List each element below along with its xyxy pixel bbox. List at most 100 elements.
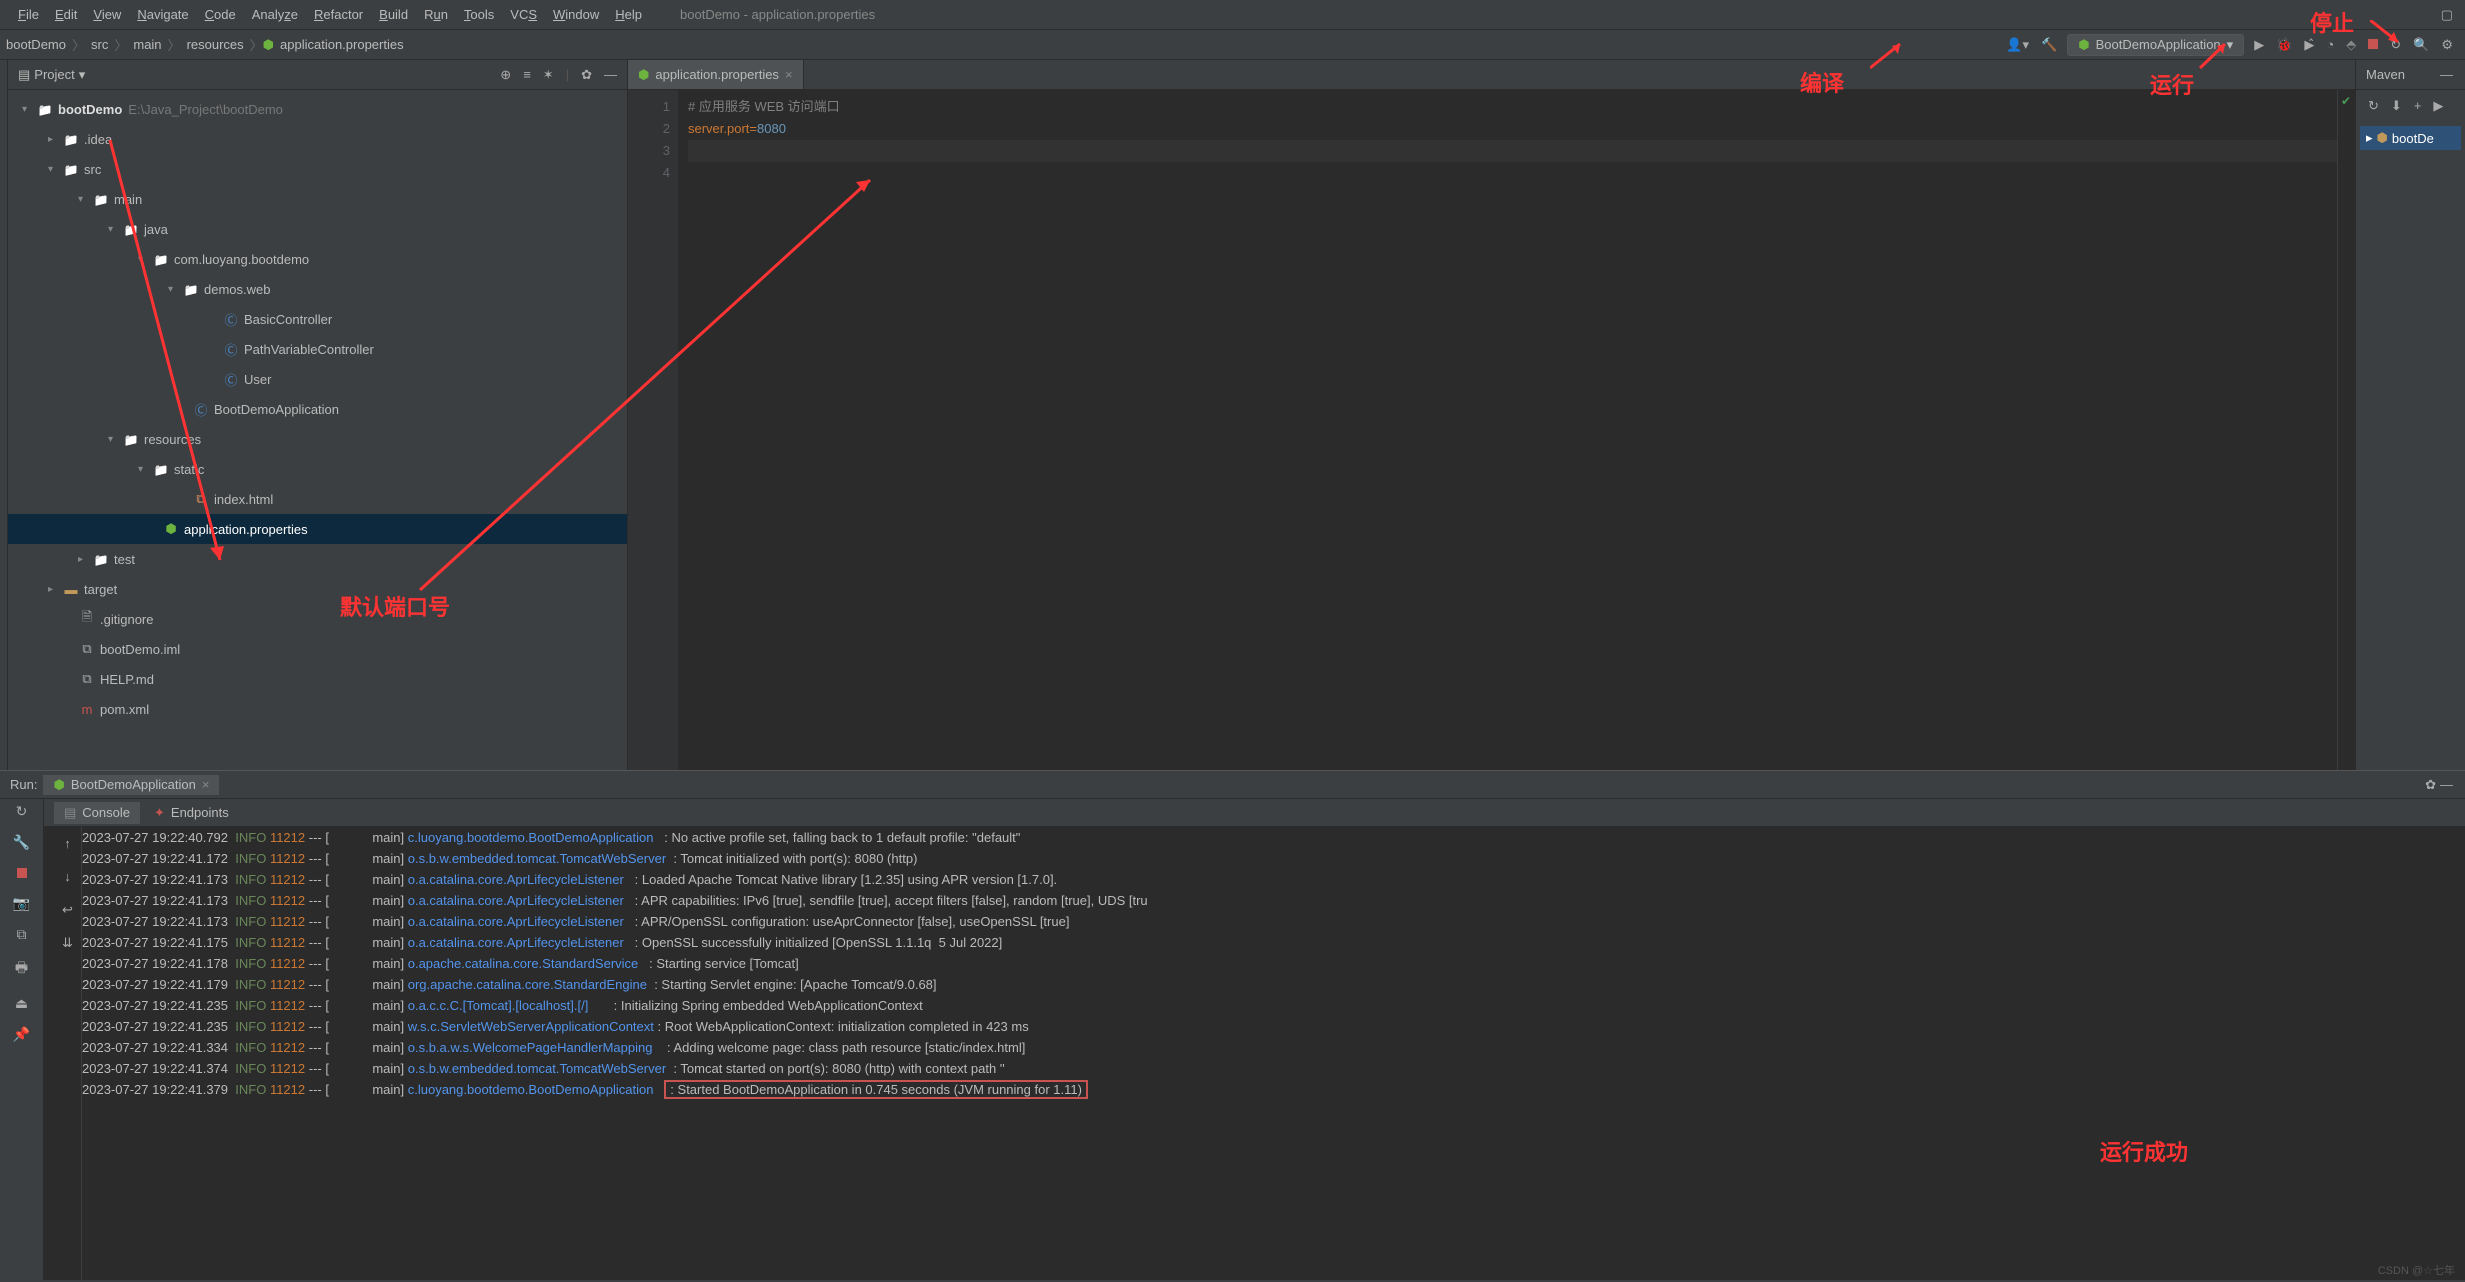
close-icon[interactable]: × xyxy=(202,777,210,792)
reload-icon[interactable]: ↻ xyxy=(2366,96,2381,116)
run-label: Run: xyxy=(10,777,37,792)
console-output[interactable]: ↑ ↓ ↩ ⇊ 2023-07-27 19:22:40.792 INFO 112… xyxy=(44,827,2465,1280)
user-icon[interactable]: 👤▾ xyxy=(2004,35,2031,55)
download-icon[interactable]: ⬇ xyxy=(2389,96,2404,116)
console-tab[interactable]: ▤Console xyxy=(54,802,140,824)
editor-tabs: ⬢ application.properties × xyxy=(628,60,2355,90)
gear-icon[interactable]: ✿ xyxy=(2423,775,2438,795)
profile-button[interactable]: ◔ xyxy=(2324,35,2336,54)
spring-icon: ⬢ xyxy=(263,37,274,53)
menu-tools[interactable]: Tools xyxy=(456,7,502,22)
menu-window[interactable]: Window xyxy=(545,7,607,22)
stop-button[interactable] xyxy=(2366,35,2380,54)
tree-idea[interactable]: ▸.idea xyxy=(8,124,627,154)
collapse-icon[interactable]: ✶ xyxy=(543,67,554,83)
crumb-main[interactable]: main xyxy=(127,37,167,52)
code-key: server.port xyxy=(688,121,749,136)
print-icon[interactable]: 🖶 xyxy=(15,957,28,981)
tree-pom[interactable]: mpom.xml xyxy=(8,694,627,724)
run-config-selector[interactable]: ⬢ BootDemoApplication ▾ xyxy=(2067,34,2244,56)
tree-main[interactable]: ▾main xyxy=(8,184,627,214)
menu-help[interactable]: Help xyxy=(607,7,650,22)
project-panel-title[interactable]: ▤ Project ▾ xyxy=(18,67,85,83)
crumb-resources[interactable]: resources xyxy=(181,37,250,52)
project-tree[interactable]: ▾bootDemoE:\Java_Project\bootDemo ▸.idea… xyxy=(8,90,627,770)
tree-user[interactable]: ⒸUser xyxy=(8,364,627,394)
camera-icon[interactable]: 📷 xyxy=(13,895,30,912)
menu-view[interactable]: View xyxy=(85,7,129,22)
tree-basiccontroller[interactable]: ⒸBasicController xyxy=(8,304,627,334)
tree-pathvarcontroller[interactable]: ⒸPathVariableController xyxy=(8,334,627,364)
thread-icon[interactable]: ⧉ xyxy=(17,926,27,943)
hide-icon[interactable]: — xyxy=(2438,65,2455,84)
code-editor[interactable]: 1 2 3 4 # 应用服务 WEB 访问端口 server.port=8080… xyxy=(628,90,2355,770)
tab-label: application.properties xyxy=(655,67,779,82)
build-button[interactable]: 🔨 xyxy=(2039,35,2059,55)
close-icon[interactable]: × xyxy=(785,67,793,82)
hide-icon[interactable]: — xyxy=(604,67,617,82)
exit-icon[interactable]: ⏏ xyxy=(15,995,28,1012)
crumb-bootdemo[interactable]: bootDemo xyxy=(0,37,72,52)
maven-title[interactable]: Maven xyxy=(2366,67,2405,82)
gear-icon[interactable]: ✿ xyxy=(581,67,592,83)
maximize-icon[interactable]: ▢ xyxy=(2439,5,2455,25)
tree-appprops[interactable]: ⬢application.properties xyxy=(8,514,627,544)
run-button[interactable]: ▶ xyxy=(2252,35,2266,55)
tree-test[interactable]: ▸test xyxy=(8,544,627,574)
debug-button[interactable]: 🐞 xyxy=(2274,35,2294,55)
inspection-gutter[interactable]: ✔ xyxy=(2337,90,2355,770)
tree-gitignore[interactable]: 🗎.gitignore xyxy=(8,604,627,634)
stop-icon[interactable] xyxy=(17,865,27,881)
down-icon[interactable]: ↓ xyxy=(64,866,71,887)
tree-help[interactable]: ⧉HELP.md xyxy=(8,664,627,694)
tree-bootdemoapp[interactable]: ⒸBootDemoApplication xyxy=(8,394,627,424)
spring-icon: ⬢ xyxy=(53,777,64,793)
coverage-button[interactable]: ▶̂ xyxy=(2302,35,2316,55)
tree-iml[interactable]: ⧉bootDemo.iml xyxy=(8,634,627,664)
menu-analyze[interactable]: Analyze xyxy=(244,7,306,22)
expand-icon[interactable]: ≡ xyxy=(523,67,531,82)
menu-refactor[interactable]: Refactor xyxy=(306,7,371,22)
attach-button[interactable]: ⬘ xyxy=(2344,35,2358,55)
menu-build[interactable]: Build xyxy=(371,7,416,22)
tree-package[interactable]: ▾com.luoyang.bootdemo xyxy=(8,244,627,274)
scroll-icon[interactable]: ⇊ xyxy=(62,932,73,953)
code-content[interactable]: # 应用服务 WEB 访问端口 server.port=8080 xyxy=(678,90,2337,770)
tree-root[interactable]: ▾bootDemoE:\Java_Project\bootDemo xyxy=(8,94,627,124)
menu-edit[interactable]: Edit xyxy=(47,7,85,22)
update-button[interactable]: ↻ xyxy=(2388,35,2403,55)
tree-target[interactable]: ▸▬target xyxy=(8,574,627,604)
endpoints-tab[interactable]: ✦Endpoints xyxy=(144,802,239,824)
menu-vcs[interactable]: VCS xyxy=(502,7,545,22)
tree-index[interactable]: ⧉index.html xyxy=(8,484,627,514)
update-icon[interactable]: 🔧 xyxy=(13,834,30,851)
pin-icon[interactable]: 📌 xyxy=(13,1026,30,1043)
editor-tab[interactable]: ⬢ application.properties × xyxy=(628,60,804,89)
tree-src[interactable]: ▾src xyxy=(8,154,627,184)
menu-code[interactable]: Code xyxy=(197,7,244,22)
tree-static[interactable]: ▾static xyxy=(8,454,627,484)
tree-demos[interactable]: ▾demos.web xyxy=(8,274,627,304)
hide-icon[interactable]: — xyxy=(2438,775,2455,794)
menu-navigate[interactable]: Navigate xyxy=(129,7,196,22)
crumb-file[interactable]: application.properties xyxy=(274,37,410,52)
wrap-icon[interactable]: ↩ xyxy=(62,899,73,920)
menu-run[interactable]: Run xyxy=(416,7,456,22)
console-left-toolbar: ↑ ↓ ↩ ⇊ xyxy=(54,827,82,1280)
run-tab[interactable]: ⬢ BootDemoApplication × xyxy=(43,775,219,795)
dropdown-icon: ▾ xyxy=(2227,37,2234,53)
maven-project[interactable]: ▸⬢bootDe xyxy=(2360,126,2461,150)
tree-resources[interactable]: ▾resources xyxy=(8,424,627,454)
plus-icon[interactable]: + xyxy=(2412,96,2424,116)
tree-java[interactable]: ▾java xyxy=(8,214,627,244)
project-tool-window: ▤ Project ▾ ⊕ ≡ ✶ | ✿ — ▾bootDemoE:\Java… xyxy=(8,60,628,770)
settings-button[interactable]: ⚙ xyxy=(2439,35,2455,55)
up-icon[interactable]: ↑ xyxy=(64,833,71,854)
rerun-icon[interactable]: ↻ xyxy=(16,803,28,820)
left-toolbar[interactable] xyxy=(0,60,8,770)
search-button[interactable]: 🔍 xyxy=(2411,35,2431,55)
menu-file[interactable]: File xyxy=(10,7,47,22)
locate-icon[interactable]: ⊕ xyxy=(500,67,511,83)
crumb-src[interactable]: src xyxy=(85,37,114,52)
run-icon[interactable]: ▶ xyxy=(2431,96,2445,116)
